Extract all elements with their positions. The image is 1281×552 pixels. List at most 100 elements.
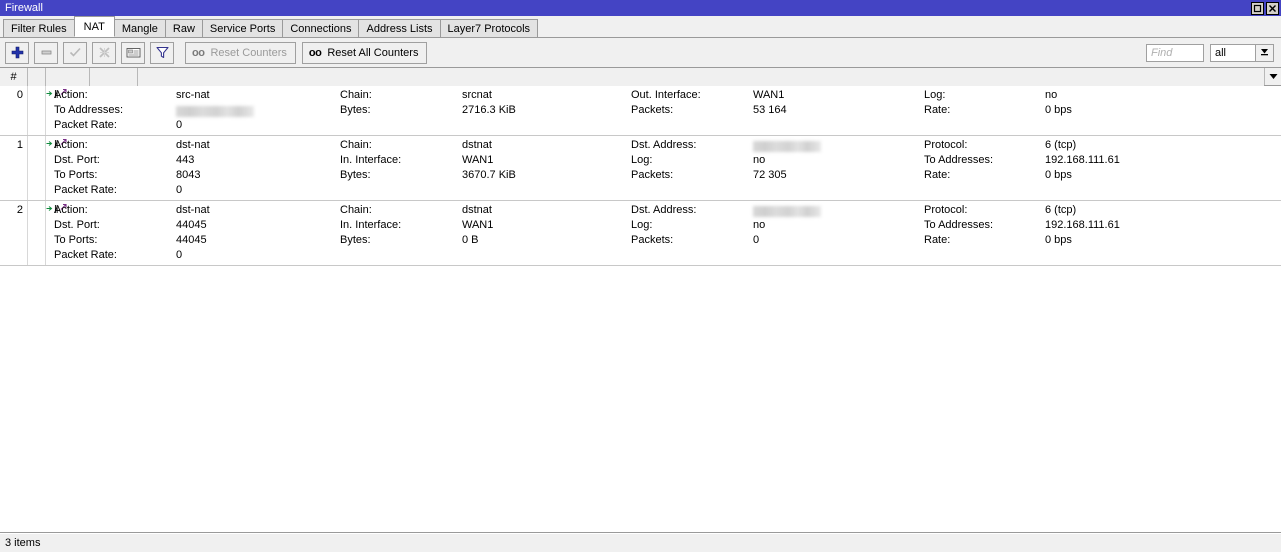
field-value: no [1045, 89, 1058, 101]
field-label: Out. Interface: [631, 89, 701, 101]
comment-icon [126, 46, 141, 59]
tab-service-ports[interactable]: Service Ports [201, 19, 284, 37]
field-value: 8043 [176, 169, 201, 181]
filter-select[interactable]: all [1210, 43, 1256, 62]
tab-bar: Filter Rules NAT Mangle Raw Service Port… [0, 16, 1281, 38]
maximize-button[interactable] [1251, 1, 1264, 15]
redacted-block [753, 140, 821, 152]
reset-all-counters-button[interactable]: oo Reset All Counters [301, 41, 428, 64]
column-header-rest[interactable] [138, 68, 1264, 86]
field-value: 72 305 [753, 169, 787, 181]
field-label: Log: [631, 219, 653, 231]
field-label: Dst. Port: [54, 219, 100, 231]
field-label: Rate: [924, 234, 951, 246]
field-value: 0 [176, 184, 183, 196]
row-flags [28, 201, 46, 265]
field-label: Log: [631, 154, 653, 166]
status-bar: 3 items [0, 533, 1281, 552]
row-index: 1 [0, 136, 28, 200]
field-label: Dst. Address: [631, 204, 697, 216]
field-value: 0 bps [1045, 234, 1072, 246]
disable-button[interactable] [92, 41, 116, 64]
field-value: no [753, 219, 766, 231]
enable-button[interactable] [63, 41, 87, 64]
column-header-index[interactable]: # [0, 68, 28, 86]
tab-connections[interactable]: Connections [282, 19, 360, 37]
row-flags [28, 86, 46, 135]
column-header-b[interactable] [90, 68, 138, 86]
field-label: Protocol: [924, 139, 968, 151]
field-value: WAN1 [462, 154, 494, 166]
reset-counters-button[interactable]: oo Reset Counters [185, 41, 296, 64]
field-value: 0 B [462, 234, 479, 246]
find-input[interactable]: Find [1146, 43, 1204, 62]
comment-button[interactable] [121, 41, 145, 64]
field-value-redacted [176, 103, 254, 118]
check-icon [69, 46, 82, 59]
window-title: Firewall [5, 2, 43, 14]
field-label: Log: [924, 89, 946, 101]
field-value: 0 bps [1045, 104, 1072, 116]
reset-all-counters-label: Reset All Counters [327, 46, 419, 59]
field-value-redacted [753, 203, 821, 218]
table-row[interactable]: 0 ‖ Action: src-nat To Addresses: Packet Rate… [0, 86, 1281, 136]
field-label: Rate: [924, 169, 951, 181]
nat-rules-table: # 0 ‖ Action: src-nat To Addresses: Packet Ra… [0, 67, 1281, 533]
field-value: dst-nat [176, 204, 210, 216]
tab-nat[interactable]: NAT [73, 16, 115, 37]
field-label: To Addresses: [54, 104, 124, 116]
field-label: Dst. Port: [54, 154, 100, 166]
field-label: In. Interface: [340, 154, 402, 166]
toolbar: oo Reset Counters oo Reset All Counters … [0, 38, 1281, 67]
column-menu-button[interactable] [1264, 68, 1281, 85]
field-label: Chain: [340, 139, 372, 151]
toolbar-right-group: Find all [1146, 43, 1277, 62]
row-body: ‖ Action: src-nat To Addresses: Packet Rate:… [46, 86, 1281, 135]
field-value: dstnat [462, 139, 492, 151]
funnel-icon [155, 46, 169, 59]
field-label: To Ports: [54, 234, 98, 246]
field-label: Packet Rate: [54, 249, 117, 261]
field-value: WAN1 [462, 219, 494, 231]
table-column-headers: # [0, 68, 1281, 86]
filter-select-arrow[interactable] [1256, 43, 1274, 62]
field-value: WAN1 [753, 89, 785, 101]
field-value-redacted [753, 138, 821, 153]
tab-filter-rules[interactable]: Filter Rules [3, 19, 75, 37]
filter-button[interactable] [150, 41, 174, 64]
tab-mangle[interactable]: Mangle [113, 19, 166, 37]
tab-raw[interactable]: Raw [164, 19, 203, 37]
tab-address-lists[interactable]: Address Lists [358, 19, 441, 37]
field-value: 53 164 [753, 104, 787, 116]
row-index: 0 [0, 86, 28, 135]
tab-layer7-protocols[interactable]: Layer7 Protocols [439, 19, 539, 37]
arrow-right-icon [46, 203, 53, 217]
field-label: Bytes: [340, 234, 371, 246]
firewall-window: Firewall Filter Rules NAT Mangle Raw Ser… [0, 0, 1281, 552]
field-value: 3670.7 KiB [462, 169, 516, 181]
close-button[interactable] [1266, 1, 1279, 15]
field-label: Chain: [340, 204, 372, 216]
field-label: To Ports: [54, 169, 98, 181]
reset-counters-label: Reset Counters [210, 46, 287, 59]
field-label: Action: [54, 204, 88, 216]
field-label: Packets: [631, 234, 674, 246]
add-button[interactable] [5, 41, 29, 64]
column-header-a[interactable] [46, 68, 90, 86]
field-label: Rate: [924, 104, 951, 116]
table-row[interactable]: 1 ‖ Action: dst-nat Dst. Port: 443 To Ports: 80… [0, 136, 1281, 201]
field-value: dstnat [462, 204, 492, 216]
field-label: Bytes: [340, 169, 371, 181]
field-value: 6 (tcp) [1045, 204, 1077, 216]
chevron-down-icon [1259, 46, 1270, 60]
table-row[interactable]: 2 ‖ Action: dst-nat Dst. Port: 44045 To Ports:… [0, 201, 1281, 266]
field-value: 0 bps [1045, 169, 1072, 181]
field-value: 44045 [176, 219, 207, 231]
remove-button[interactable] [34, 41, 58, 64]
field-label: Packets: [631, 104, 674, 116]
plus-icon [11, 46, 24, 59]
window-controls [1251, 1, 1279, 15]
column-header-flags[interactable] [28, 68, 46, 86]
minus-icon [40, 46, 53, 59]
field-label: Dst. Address: [631, 139, 697, 151]
